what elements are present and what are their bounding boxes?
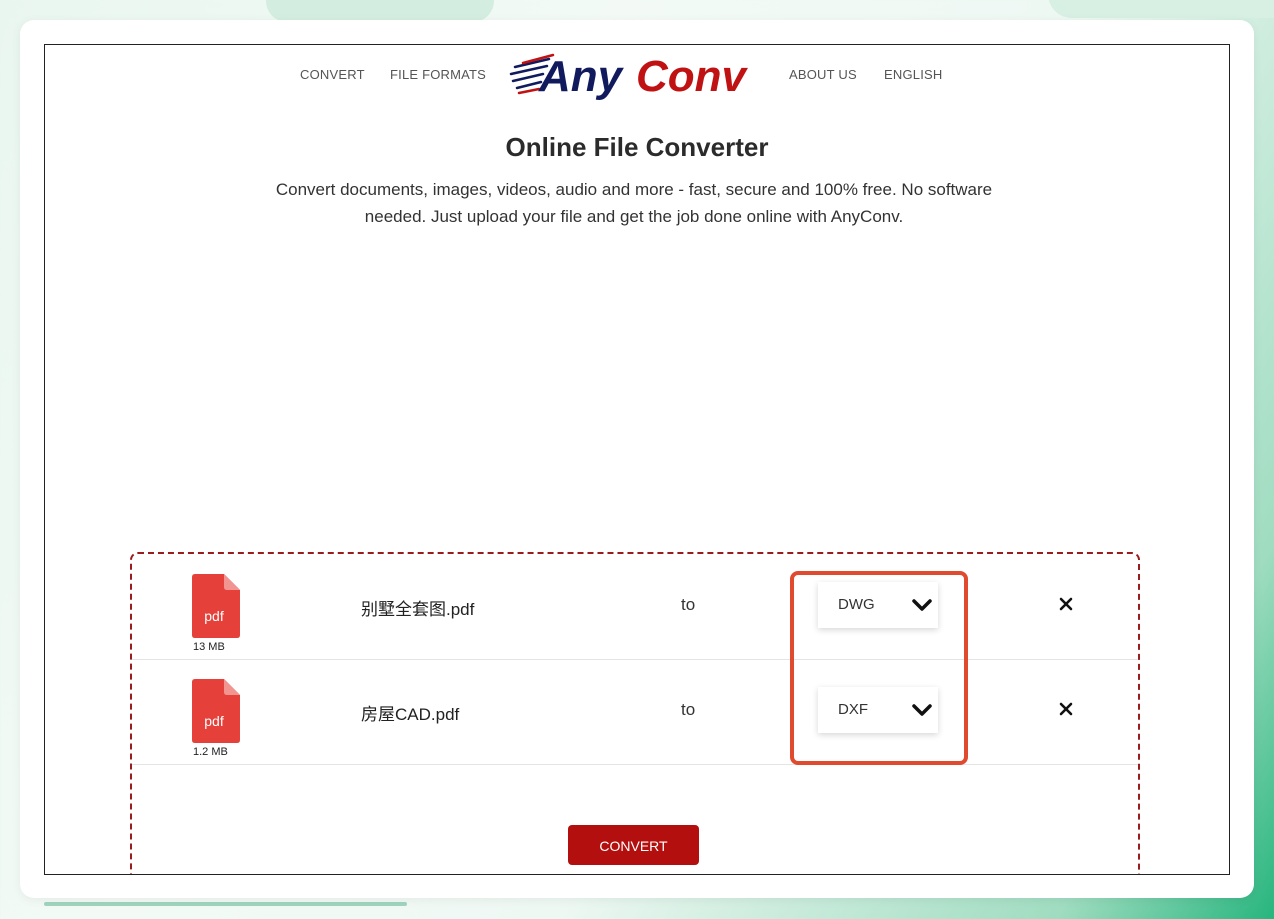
background-shape [266, 0, 494, 22]
target-format-select[interactable]: DWG [818, 582, 938, 628]
page-title: Online File Converter [505, 132, 769, 162]
pdf-icon-label: pdf [204, 713, 224, 729]
remove-file-button[interactable] [1056, 697, 1076, 721]
file-row: pdf 1.2 MB 房屋CAD.pdf to DXF [132, 659, 1138, 765]
convert-button[interactable]: CONVERT [568, 825, 699, 865]
file-dropzone[interactable]: pdf 13 MB 别墅全套图.pdf to DWG pdf 1.2 MB 房屋… [130, 552, 1140, 874]
browser-viewport: CONVERT FILE FORMATS Any Conv ABOUT US E… [44, 44, 1230, 875]
target-format-select[interactable]: DXF [818, 687, 938, 733]
pdf-file-icon: pdf [192, 574, 240, 638]
to-label: to [681, 700, 696, 719]
scroll-indicator [44, 902, 407, 906]
subtitle-line: needed. Just upload your file and get th… [364, 207, 904, 226]
pdf-file-graphic [192, 679, 240, 743]
nav-file-formats-link[interactable]: FILE FORMATS [390, 67, 486, 82]
language-selector[interactable]: ENGLISH [884, 67, 942, 82]
file-name: 房屋CAD.pdf [361, 705, 460, 724]
file-size: 1.2 MB [193, 746, 228, 758]
file-size: 13 MB [193, 641, 225, 653]
logo-text-any: Any [538, 52, 625, 101]
remove-file-button[interactable] [1056, 592, 1076, 616]
file-row: pdf 13 MB 别墅全套图.pdf to DWG [132, 554, 1138, 660]
file-name: 别墅全套图.pdf [361, 600, 475, 619]
page-subtitle: Convert documents, images, videos, audio… [245, 176, 1023, 230]
pdf-file-icon: pdf [192, 679, 240, 743]
selected-format: DXF [838, 701, 868, 718]
pdf-icon-label: pdf [204, 608, 224, 624]
nav-convert-link[interactable]: CONVERT [300, 67, 365, 82]
logo-graphic: Any Conv [509, 52, 749, 101]
selected-format: DWG [838, 596, 875, 613]
subtitle-line: Convert documents, images, videos, audio… [275, 180, 993, 199]
chevron-down-icon [912, 704, 932, 716]
close-icon [1059, 597, 1073, 611]
close-icon [1059, 702, 1073, 716]
anyconv-logo[interactable]: Any Conv [509, 47, 755, 105]
background-shape [1048, 0, 1274, 18]
pdf-file-graphic [192, 574, 240, 638]
logo-text-conv: Conv [636, 52, 749, 101]
chevron-down-icon [912, 599, 932, 611]
to-label: to [681, 595, 696, 614]
nav-about-us-link[interactable]: ABOUT US [789, 67, 857, 82]
